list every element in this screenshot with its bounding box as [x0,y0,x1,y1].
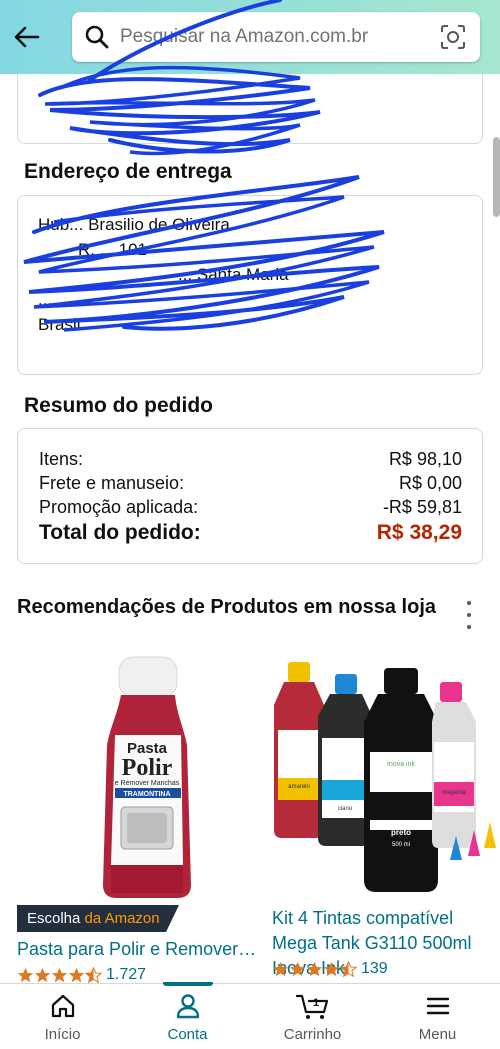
star-icon [272,961,289,976]
rating-count[interactable]: 139 [361,960,388,978]
summary-row-shipping: Frete e manuseio: R$ 0,00 [39,473,462,494]
nav-label: Menu [418,1026,457,1043]
product-image[interactable]: Pasta Polir e Remover Manchas TRAMONTINA [97,655,197,900]
back-arrow-icon [14,26,40,48]
nav-label: Início [44,1026,81,1043]
payment-card [17,74,483,144]
star-icon [17,967,34,982]
summary-label: Frete e manuseio: [39,473,185,493]
delivery-title: Endereço de entrega [24,160,232,183]
product-image[interactable]: amarelo ciano preto 500 ml Inova ink mag… [272,660,500,900]
summary-value: R$ 98,10 [388,449,462,469]
bottle-label: magenta [442,790,466,796]
star-icon [306,961,323,976]
active-indicator [162,982,213,986]
bottle-size: 500 ml [392,842,410,848]
product-image-text: Polir [122,755,173,781]
nav-item-cart[interactable]: 1 Carrinho [250,984,375,1049]
scrollbar[interactable] [493,137,500,217]
search-icon [85,25,109,49]
star-icon [68,967,85,982]
address-line: Hub... Brasilio de Oliveira [38,215,230,234]
cart-count: 1 [312,997,318,1009]
half-star-icon [85,966,102,983]
nav-item-home[interactable]: Início [0,984,125,1049]
nav-item-menu[interactable]: Menu [375,984,500,1049]
badge-text: Escolha [27,910,81,927]
summary-title: Resumo do pedido [24,394,213,417]
badge-brand: da Amazon [84,910,160,927]
address-line: R. ... 101 [78,240,147,259]
account-icon [176,994,199,1019]
camera-search-icon[interactable] [440,24,466,50]
bottle-label: preto [391,828,411,837]
address-line: Brasil [38,315,81,334]
nav-label: Conta [167,1026,208,1043]
star-icon [51,967,68,982]
product-title[interactable]: Pasta para Polir e Remover Manchas Tramo… [17,939,257,960]
address-line: ... Santa Maria [178,265,289,284]
search-input[interactable] [120,26,430,48]
address-lines: Hub... Brasilio de Oliveira R. ... 101 .… [18,212,289,337]
summary-row-items: Itens: R$ 98,10 [39,449,462,470]
address-card[interactable]: Hub... Brasilio de Oliveira R. ... 101 .… [17,195,483,375]
total-value: R$ 38,29 [376,521,462,544]
summary-label: Itens: [39,449,84,469]
nav-item-account[interactable]: Conta [125,982,250,1049]
nav-label: Carrinho [283,1026,342,1043]
product-image-text: e Remover Manchas [115,780,180,787]
summary-value: -R$ 59,81 [382,497,462,517]
rating-count[interactable]: 1.727 [106,966,146,984]
back-button[interactable] [10,20,44,54]
home-icon [51,994,74,1018]
summary-row-total: Total do pedido: R$ 38,29 [39,521,462,545]
product-image-brand: TRAMONTINA [123,791,170,798]
bottle-brand: Inova ink [387,761,416,768]
star-icon [289,961,306,976]
star-icon [34,967,51,982]
menu-icon [426,997,449,1015]
address-line: ... [38,290,53,309]
bottle-label: amarelo [288,784,310,790]
order-summary-card: Itens: R$ 98,10 Frete e manuseio: R$ 0,0… [17,428,483,564]
summary-row-promo: Promoção aplicada: -R$ 59,81 [39,497,462,518]
more-options-icon[interactable] [462,601,476,629]
star-icon [323,961,340,976]
bottom-navigation: Início Conta 1 Carrinho Menu [0,982,500,1049]
amazon-choice-badge: Escolha da Amazon [17,905,179,932]
recommendations-title: Recomendações de Produtos em nossa loja [17,596,437,618]
cart-icon: 1 [295,994,328,1019]
half-star-icon [340,960,357,977]
search-bar[interactable] [72,12,480,62]
top-header [0,0,500,74]
product-rating[interactable]: 1.727 [17,966,146,984]
summary-label: Promoção aplicada: [39,497,199,517]
product-rating[interactable]: 139 [272,960,388,978]
total-label: Total do pedido: [39,521,201,544]
summary-value: R$ 0,00 [398,473,462,493]
bottle-label: ciano [338,806,353,812]
